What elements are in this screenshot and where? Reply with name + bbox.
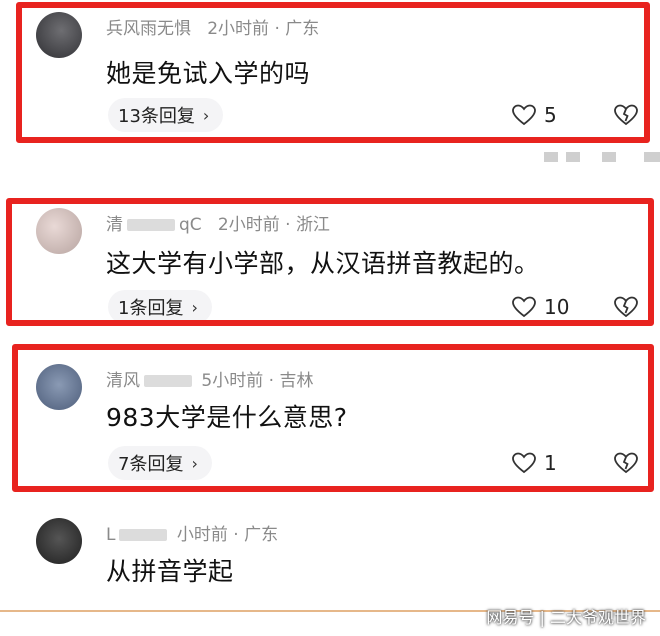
highlight-box-2	[6, 198, 654, 326]
location: 广东	[244, 525, 279, 545]
comment-text: 从拼音学起	[106, 557, 234, 586]
blurred-text	[119, 529, 168, 541]
timestamp: 小时前	[176, 525, 228, 545]
divider	[644, 152, 660, 162]
username[interactable]: L	[106, 525, 115, 545]
comment-meta: L 小时前 · 广东	[106, 525, 279, 545]
divider	[566, 152, 580, 162]
highlight-box-3	[12, 344, 654, 492]
avatar[interactable]	[36, 518, 82, 564]
highlight-box-1	[16, 2, 650, 143]
watermark: 网易号 | 二大爷观世界	[486, 608, 646, 627]
divider	[544, 152, 558, 162]
divider	[602, 152, 616, 162]
